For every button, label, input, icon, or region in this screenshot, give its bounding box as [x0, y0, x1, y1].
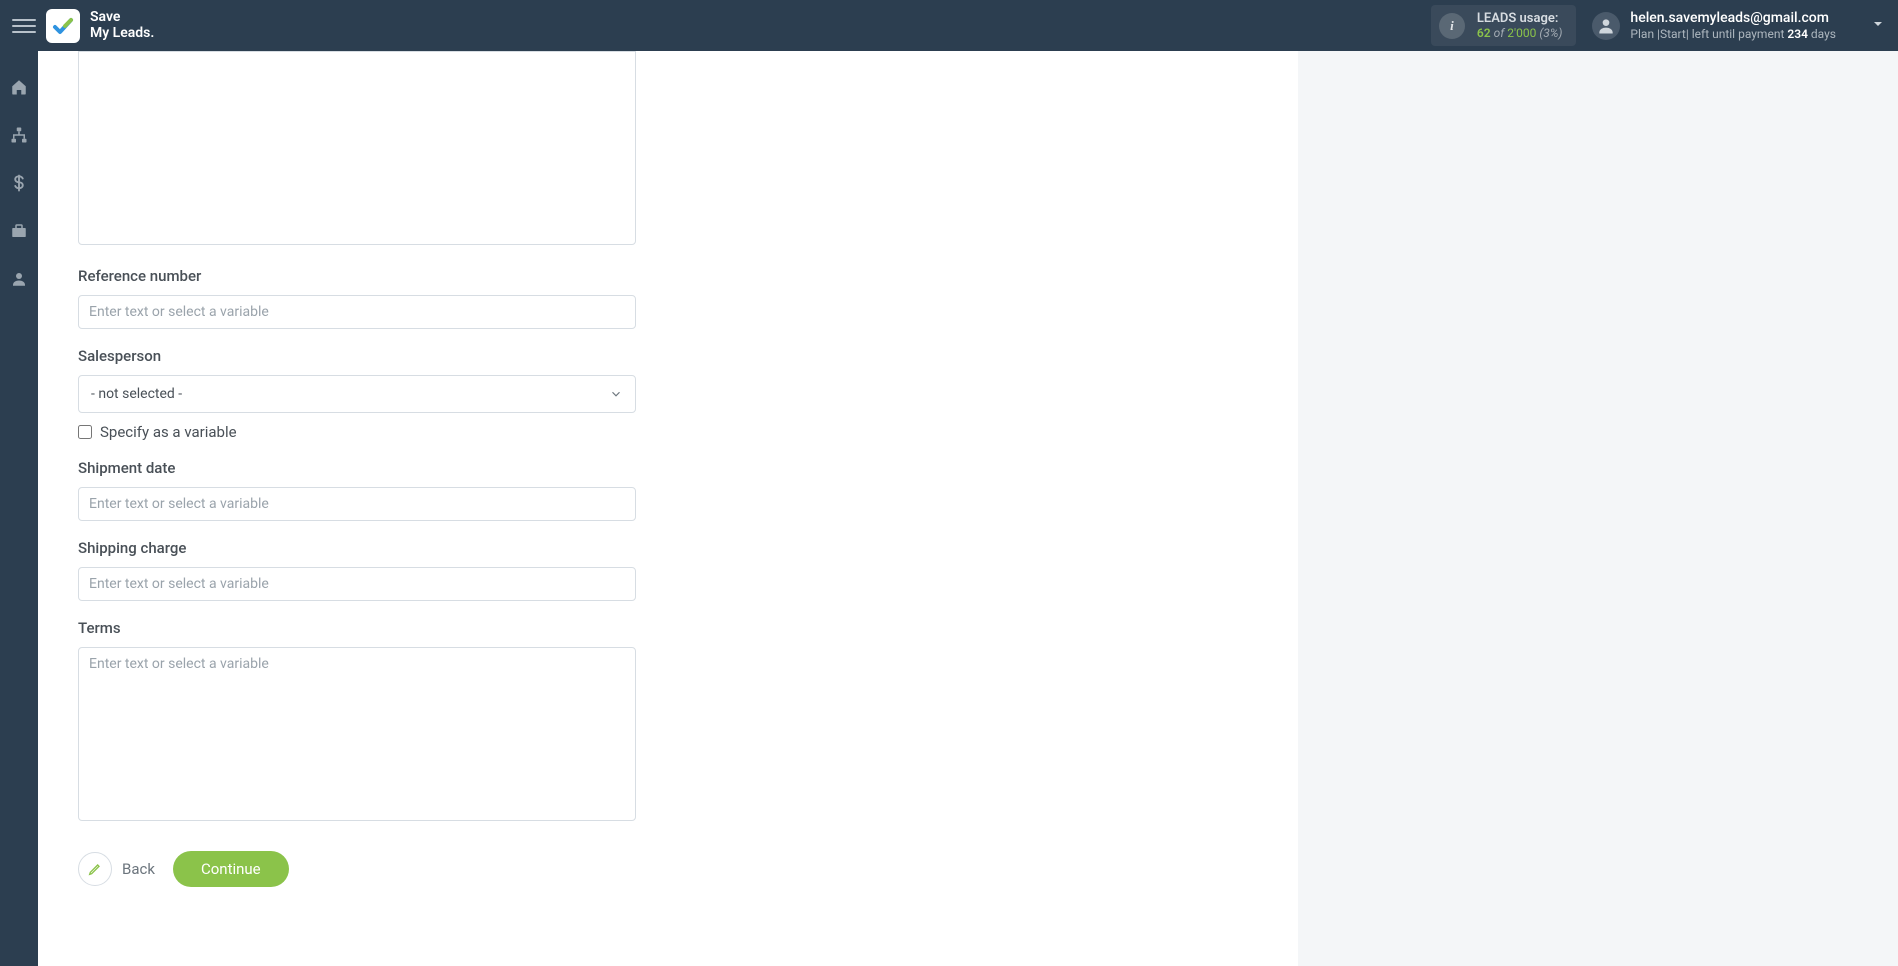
shipment-date-input[interactable]	[78, 487, 636, 521]
salesperson-selected: - not selected -	[91, 386, 182, 402]
plan-suffix: days	[1808, 27, 1836, 41]
nav-home[interactable]	[7, 75, 31, 99]
salesperson-variable-checkbox[interactable]	[78, 425, 92, 439]
salesperson-select[interactable]: - not selected -	[78, 375, 636, 413]
button-row: Back Continue	[78, 851, 636, 887]
leads-used: 62	[1477, 26, 1491, 40]
nav-billing[interactable]	[7, 171, 31, 195]
shipment-date-label: Shipment date	[78, 459, 636, 477]
plan-days: 234	[1787, 27, 1808, 41]
app-title-line1: Save	[90, 10, 154, 25]
home-icon	[10, 78, 28, 96]
leads-usage-text: LEADS usage: 62 of 2'000 (3%)	[1477, 11, 1563, 40]
reference-number-label: Reference number	[78, 267, 636, 285]
salesperson-variable-row[interactable]: Specify as a variable	[78, 423, 636, 441]
user-avatar-icon	[1592, 12, 1620, 40]
continue-button[interactable]: Continue	[173, 851, 289, 887]
leads-usage-box[interactable]: i LEADS usage: 62 of 2'000 (3%)	[1431, 5, 1577, 46]
leads-limit: 2'000	[1507, 26, 1536, 40]
terms-label: Terms	[78, 619, 636, 637]
nav-account[interactable]	[7, 267, 31, 291]
user-menu-toggle[interactable]	[1870, 16, 1886, 36]
dollar-icon	[10, 174, 28, 192]
leads-of: of	[1494, 26, 1505, 40]
sitemap-icon	[10, 126, 28, 144]
chevron-down-icon	[609, 387, 623, 401]
main-area: Reference number Salesperson - not selec…	[38, 51, 1898, 966]
app-title: Save My Leads.	[90, 10, 154, 41]
terms-textarea[interactable]	[78, 647, 636, 821]
nav-tools[interactable]	[7, 219, 31, 243]
pencil-icon	[78, 852, 112, 886]
plan-prefix: Plan |Start| left until payment	[1630, 27, 1787, 41]
nav-integrations[interactable]	[7, 123, 31, 147]
hamburger-menu[interactable]	[12, 14, 36, 38]
app-layout: Reference number Salesperson - not selec…	[0, 51, 1898, 966]
user-email: helen.savemyleads@gmail.com	[1630, 10, 1836, 27]
sidebar	[0, 51, 38, 966]
shipping-charge-input[interactable]	[78, 567, 636, 601]
app-header: Save My Leads. i LEADS usage: 62 of 2'00…	[0, 0, 1898, 51]
info-icon: i	[1439, 13, 1465, 39]
reference-number-input[interactable]	[78, 295, 636, 329]
content-card: Reference number Salesperson - not selec…	[38, 51, 1298, 966]
salesperson-label: Salesperson	[78, 347, 636, 365]
checkmark-icon	[51, 14, 75, 38]
leads-usage-label: LEADS usage:	[1477, 11, 1563, 26]
shipping-charge-label: Shipping charge	[78, 539, 636, 557]
app-title-line2: My Leads.	[90, 26, 154, 41]
user-icon	[10, 270, 28, 288]
app-logo[interactable]	[46, 9, 80, 43]
leads-percent: (3%)	[1539, 26, 1562, 40]
user-text: helen.savemyleads@gmail.com Plan |Start|…	[1630, 10, 1836, 41]
header-right: i LEADS usage: 62 of 2'000 (3%) helen.sa…	[1431, 5, 1886, 46]
chevron-down-icon	[1870, 16, 1886, 32]
user-plan: Plan |Start| left until payment 234 days	[1630, 27, 1836, 41]
salesperson-variable-label: Specify as a variable	[100, 423, 237, 441]
form-column: Reference number Salesperson - not selec…	[78, 51, 636, 887]
top-textarea[interactable]	[78, 51, 636, 245]
back-button-label: Back	[122, 860, 155, 878]
leads-usage-values: 62 of 2'000 (3%)	[1477, 26, 1563, 40]
back-button[interactable]: Back	[78, 852, 155, 886]
briefcase-icon	[10, 222, 28, 240]
header-left: Save My Leads.	[12, 9, 154, 43]
user-menu[interactable]: helen.savemyleads@gmail.com Plan |Start|…	[1592, 10, 1886, 41]
